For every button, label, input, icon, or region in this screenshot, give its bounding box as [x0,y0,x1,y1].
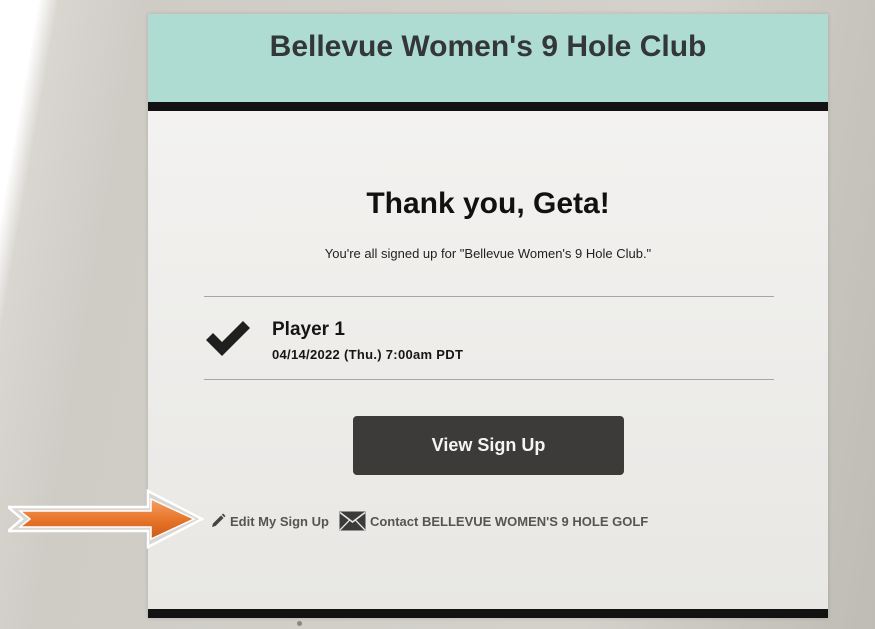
footer-divider [148,609,828,618]
action-links: Edit My Sign Up Contact BELLEVUE WOMEN'S… [210,511,648,531]
signup-message: You're all signed up for "Bellevue Women… [324,246,652,261]
slot-divider-bottom [204,379,774,380]
player-label: Player 1 [272,319,345,340]
view-sign-up-button[interactable]: View Sign Up [353,416,624,475]
checkmark-icon [206,321,250,356]
photo-background: Bellevue Women's 9 Hole Club Thank you, … [0,0,875,629]
header-banner: Bellevue Women's 9 Hole Club [148,14,828,102]
confirmation-panel: Thank you, Geta! You're all signed up fo… [148,111,828,609]
contact-organizer-link[interactable]: Contact BELLEVUE WOMEN'S 9 HOLE GOLF [339,511,648,531]
envelope-icon [339,511,366,531]
monitor-screen: Bellevue Women's 9 Hole Club Thank you, … [148,14,828,618]
slot-divider-top [204,296,774,297]
arrow-annotation-icon [8,488,205,550]
thank-you-heading: Thank you, Geta! [366,187,610,220]
pencil-icon [212,513,226,527]
header-divider [148,102,828,111]
edit-sign-up-link[interactable]: Edit My Sign Up [210,513,329,529]
contact-organizer-label: Contact BELLEVUE WOMEN'S 9 HOLE GOLF [369,513,649,529]
edit-sign-up-label: Edit My Sign Up [230,513,329,529]
bezel-dot [297,621,302,626]
slot-datetime: 04/14/2022 (Thu.) 7:00am PDT [272,347,464,362]
club-title: Bellevue Women's 9 Hole Club [269,30,707,63]
